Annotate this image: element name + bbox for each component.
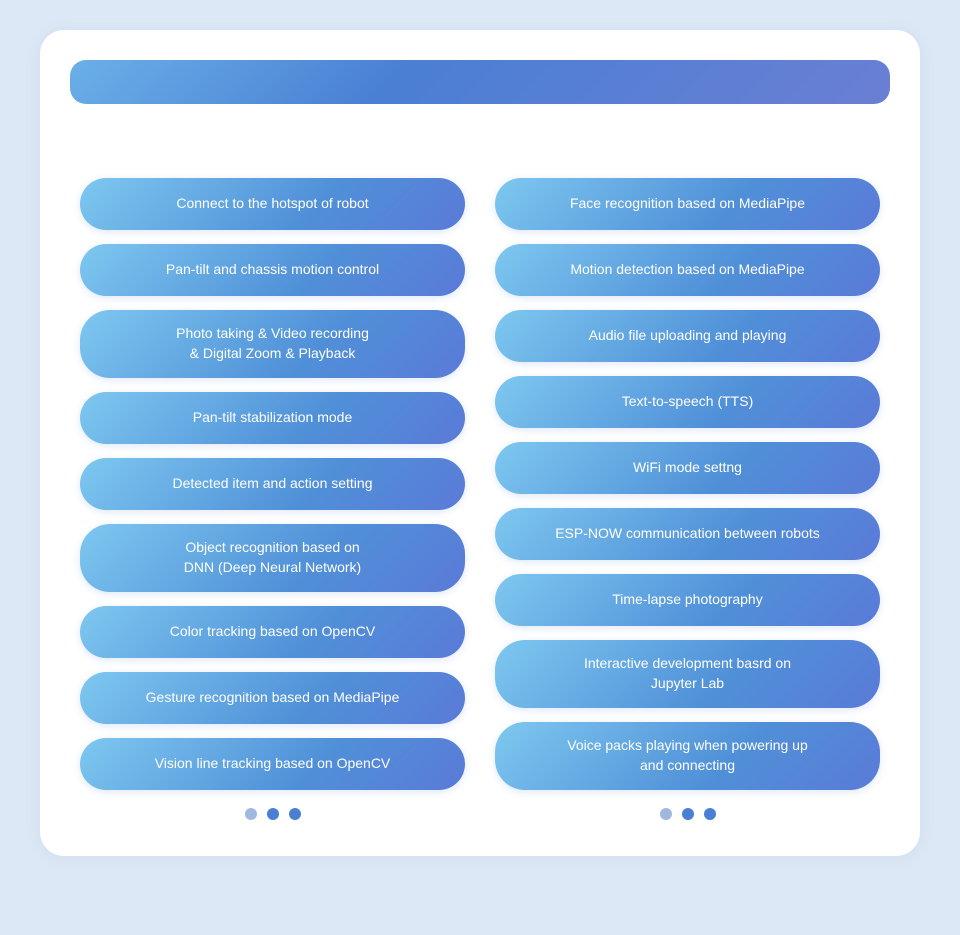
right-column: Face recognition based on MediaPipe Motio… [495, 178, 880, 790]
feature-btn-face-recognition[interactable]: Face recognition based on MediaPipe [495, 178, 880, 230]
feature-btn-time-lapse[interactable]: Time-lapse photography [495, 574, 880, 626]
feature-btn-jupyter[interactable]: Interactive development basrd on Jupyter… [495, 640, 880, 708]
left-dot-0[interactable] [245, 808, 257, 820]
feature-btn-gesture-recognition[interactable]: Gesture recognition based on MediaPipe [80, 672, 465, 724]
feature-btn-connect-hotspot[interactable]: Connect to the hotspot of robot [80, 178, 465, 230]
right-dot-0[interactable] [660, 808, 672, 820]
right-dots [495, 800, 880, 820]
left-column: Connect to the hotspot of robot Pan-tilt … [80, 178, 465, 790]
features-grid: Connect to the hotspot of robot Pan-tilt … [70, 178, 890, 790]
subtitle-text [70, 122, 890, 154]
feature-btn-motion-detection[interactable]: Motion detection based on MediaPipe [495, 244, 880, 296]
feature-btn-audio-upload[interactable]: Audio file uploading and playing [495, 310, 880, 362]
feature-btn-pan-tilt-stabilization[interactable]: Pan-tilt stabilization mode [80, 392, 465, 444]
feature-btn-pan-tilt-motion[interactable]: Pan-tilt and chassis motion control [80, 244, 465, 296]
header-banner [70, 60, 890, 104]
feature-btn-detected-item[interactable]: Detected item and action setting [80, 458, 465, 510]
left-dots [80, 800, 465, 820]
feature-btn-photo-video[interactable]: Photo taking & Video recording & Digital… [80, 310, 465, 378]
main-card: Connect to the hotspot of robot Pan-tilt … [40, 30, 920, 856]
feature-btn-tts[interactable]: Text-to-speech (TTS) [495, 376, 880, 428]
feature-btn-esp-now[interactable]: ESP-NOW communication between robots [495, 508, 880, 560]
feature-btn-color-tracking[interactable]: Color tracking based on OpenCV [80, 606, 465, 658]
dots-container [70, 800, 890, 820]
right-dot-1[interactable] [682, 808, 694, 820]
right-dot-2[interactable] [704, 808, 716, 820]
feature-btn-object-recognition[interactable]: Object recognition based on DNN (Deep Ne… [80, 524, 465, 592]
left-dot-2[interactable] [289, 808, 301, 820]
feature-btn-vision-line[interactable]: Vision line tracking based on OpenCV [80, 738, 465, 790]
feature-btn-voice-packs[interactable]: Voice packs playing when powering up and… [495, 722, 880, 790]
left-dot-1[interactable] [267, 808, 279, 820]
feature-btn-wifi-mode[interactable]: WiFi mode settng [495, 442, 880, 494]
